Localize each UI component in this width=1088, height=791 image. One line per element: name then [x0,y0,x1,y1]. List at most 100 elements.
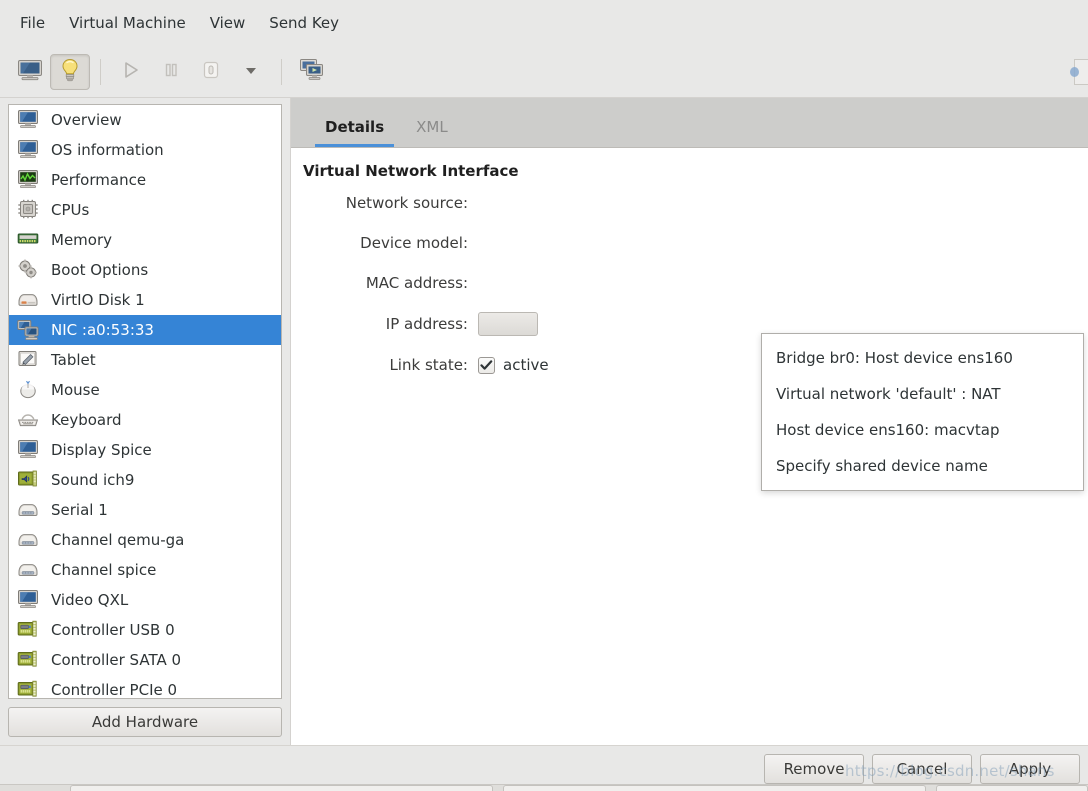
sidebar-item-sound-ich9[interactable]: Sound ich9 [9,465,281,495]
sidebar-item-video-qxl[interactable]: Video QXL [9,585,281,615]
memory-stick-icon [17,229,41,251]
sidebar-item-label: Keyboard [51,411,122,429]
show-console-button[interactable] [10,54,50,90]
tab-strip: Details XML [291,98,1088,148]
sidebar-item-label: Boot Options [51,261,149,279]
toolbar-overflow-handle[interactable] [1070,59,1088,85]
sidebar-item-os-information[interactable]: OS information [9,135,281,165]
details-pane: Details XML Virtual Network Interface Ne… [290,98,1088,745]
sidebar-item-label: Video QXL [51,591,129,609]
network-source-value[interactable] [478,192,1088,214]
tab-xml[interactable]: XML [400,120,464,147]
sidebar-item-mouse[interactable]: Mouse [9,375,281,405]
lightbulb-icon [59,58,81,86]
sidebar-item-cpus[interactable]: CPUs [9,195,281,225]
run-button[interactable] [111,54,151,90]
monitor-icon [17,439,41,461]
pause-button[interactable] [151,54,191,90]
taskbar-window-2[interactable] [502,785,926,791]
power-icon [200,59,222,85]
cancel-button[interactable]: Cancel [872,753,972,784]
dropdown-option[interactable]: Bridge br0: Host device ens160 [762,340,1083,376]
show-details-button[interactable] [50,53,90,90]
sidebar-item-label: Sound ich9 [51,471,135,489]
sidebar-item-channel-spice[interactable]: Channel spice [9,555,281,585]
sound-card-icon [17,469,41,491]
page-title: Virtual Network Interface [303,162,519,180]
link-state-checkbox-row[interactable]: active [478,356,549,374]
sidebar-item-label: Performance [51,171,147,189]
disk-icon [17,289,41,311]
link-state-checkbox-label: active [503,356,549,374]
controller-card-icon [17,679,41,698]
network-icon [17,319,41,341]
sidebar-item-controller-usb-0[interactable]: Controller USB 0 [9,615,281,645]
snapshots-button[interactable] [292,54,332,90]
body-split: Overview OS information Performance CPUs Mem… [0,98,1088,745]
tab-details[interactable]: Details [309,120,400,147]
monitor-icon [17,139,41,161]
sidebar-item-nic-a0-53-33[interactable]: NIC :a0:53:33 [9,315,281,345]
menu-item-file[interactable]: File [8,10,57,36]
taskbar-window-3[interactable] [935,785,1088,791]
dropdown-option[interactable]: Specify shared device name [762,448,1083,484]
sidebar-item-virtio-disk-1[interactable]: VirtIO Disk 1 [9,285,281,315]
shutdown-button[interactable] [191,54,231,90]
cpu-chip-icon [17,199,41,221]
apply-button[interactable]: Apply [980,753,1080,784]
menu-item-view[interactable]: View [198,10,258,36]
link-state-checkbox[interactable] [478,356,495,374]
shutdown-menu-button[interactable] [231,54,271,90]
sidebar-item-label: Channel spice [51,561,157,579]
sidebar-item-overview[interactable]: Overview [9,105,281,135]
device-model-value[interactable] [478,232,1088,254]
serial-port-icon [17,499,41,521]
sidebar-item-performance[interactable]: Performance [9,165,281,195]
sidebar-item-label: Overview [51,111,122,129]
sidebar-item-keyboard[interactable]: Keyboard [9,405,281,435]
serial-port-icon [17,559,41,581]
gears-icon [17,259,41,281]
add-hardware-button[interactable]: Add Hardware [8,707,282,737]
sidebar-item-label: Controller SATA 0 [51,651,182,669]
sidebar-item-label: Tablet [51,351,96,369]
ip-address-label: IP address: [385,315,468,333]
sidebar-item-serial-1[interactable]: Serial 1 [9,495,281,525]
ip-address-refresh-button[interactable] [478,312,538,336]
controller-card-icon [17,619,41,641]
taskbar-peek [0,784,1088,791]
virt-manager-window: File Virtual Machine View Send Key Overv… [0,0,1088,791]
mac-address-label: MAC address: [365,274,468,292]
sidebar-item-controller-sata-0[interactable]: Controller SATA 0 [9,645,281,675]
sidebar-item-controller-pcie-0[interactable]: Controller PCIe 0 [9,675,281,698]
check-icon [480,359,493,370]
mac-address-value[interactable] [478,272,1088,294]
menu-item-virtual-machine[interactable]: Virtual Machine [57,10,198,36]
sidebar-item-label: NIC :a0:53:33 [51,321,154,339]
remove-button[interactable]: Remove [764,753,864,784]
performance-graph-icon [17,169,41,191]
sidebar-item-label: Mouse [51,381,100,399]
device-model-label: Device model: [360,234,468,252]
sidebar-item-tablet[interactable]: Tablet [9,345,281,375]
monitor-icon [17,589,41,611]
sidebar-item-boot-options[interactable]: Boot Options [9,255,281,285]
toolbar [0,46,1088,98]
hardware-list[interactable]: Overview OS information Performance CPUs Mem… [8,104,282,699]
nic-details-form: Virtual Network Interface Network source… [291,148,1088,745]
link-state-label: Link state: [389,356,468,374]
sidebar-item-label: Memory [51,231,113,249]
chevron-down-icon [243,62,259,82]
dropdown-option[interactable]: Virtual network 'default' : NAT [762,376,1083,412]
sidebar-item-display-spice[interactable]: Display Spice [9,435,281,465]
sidebar-item-channel-qemu-ga[interactable]: Channel qemu-ga [9,525,281,555]
menu-item-send-key[interactable]: Send Key [257,10,351,36]
network-source-dropdown[interactable]: Bridge br0: Host device ens160 Virtual ne… [761,333,1084,491]
dropdown-option[interactable]: Host device ens160: macvtap [762,412,1083,448]
hardware-sidebar: Overview OS information Performance CPUs Mem… [0,98,290,745]
taskbar-window-1[interactable] [70,785,493,791]
sidebar-item-memory[interactable]: Memory [9,225,281,255]
add-hardware-wrap: Add Hardware [8,699,282,745]
monitor-icon [17,109,41,131]
pause-icon [161,60,181,84]
